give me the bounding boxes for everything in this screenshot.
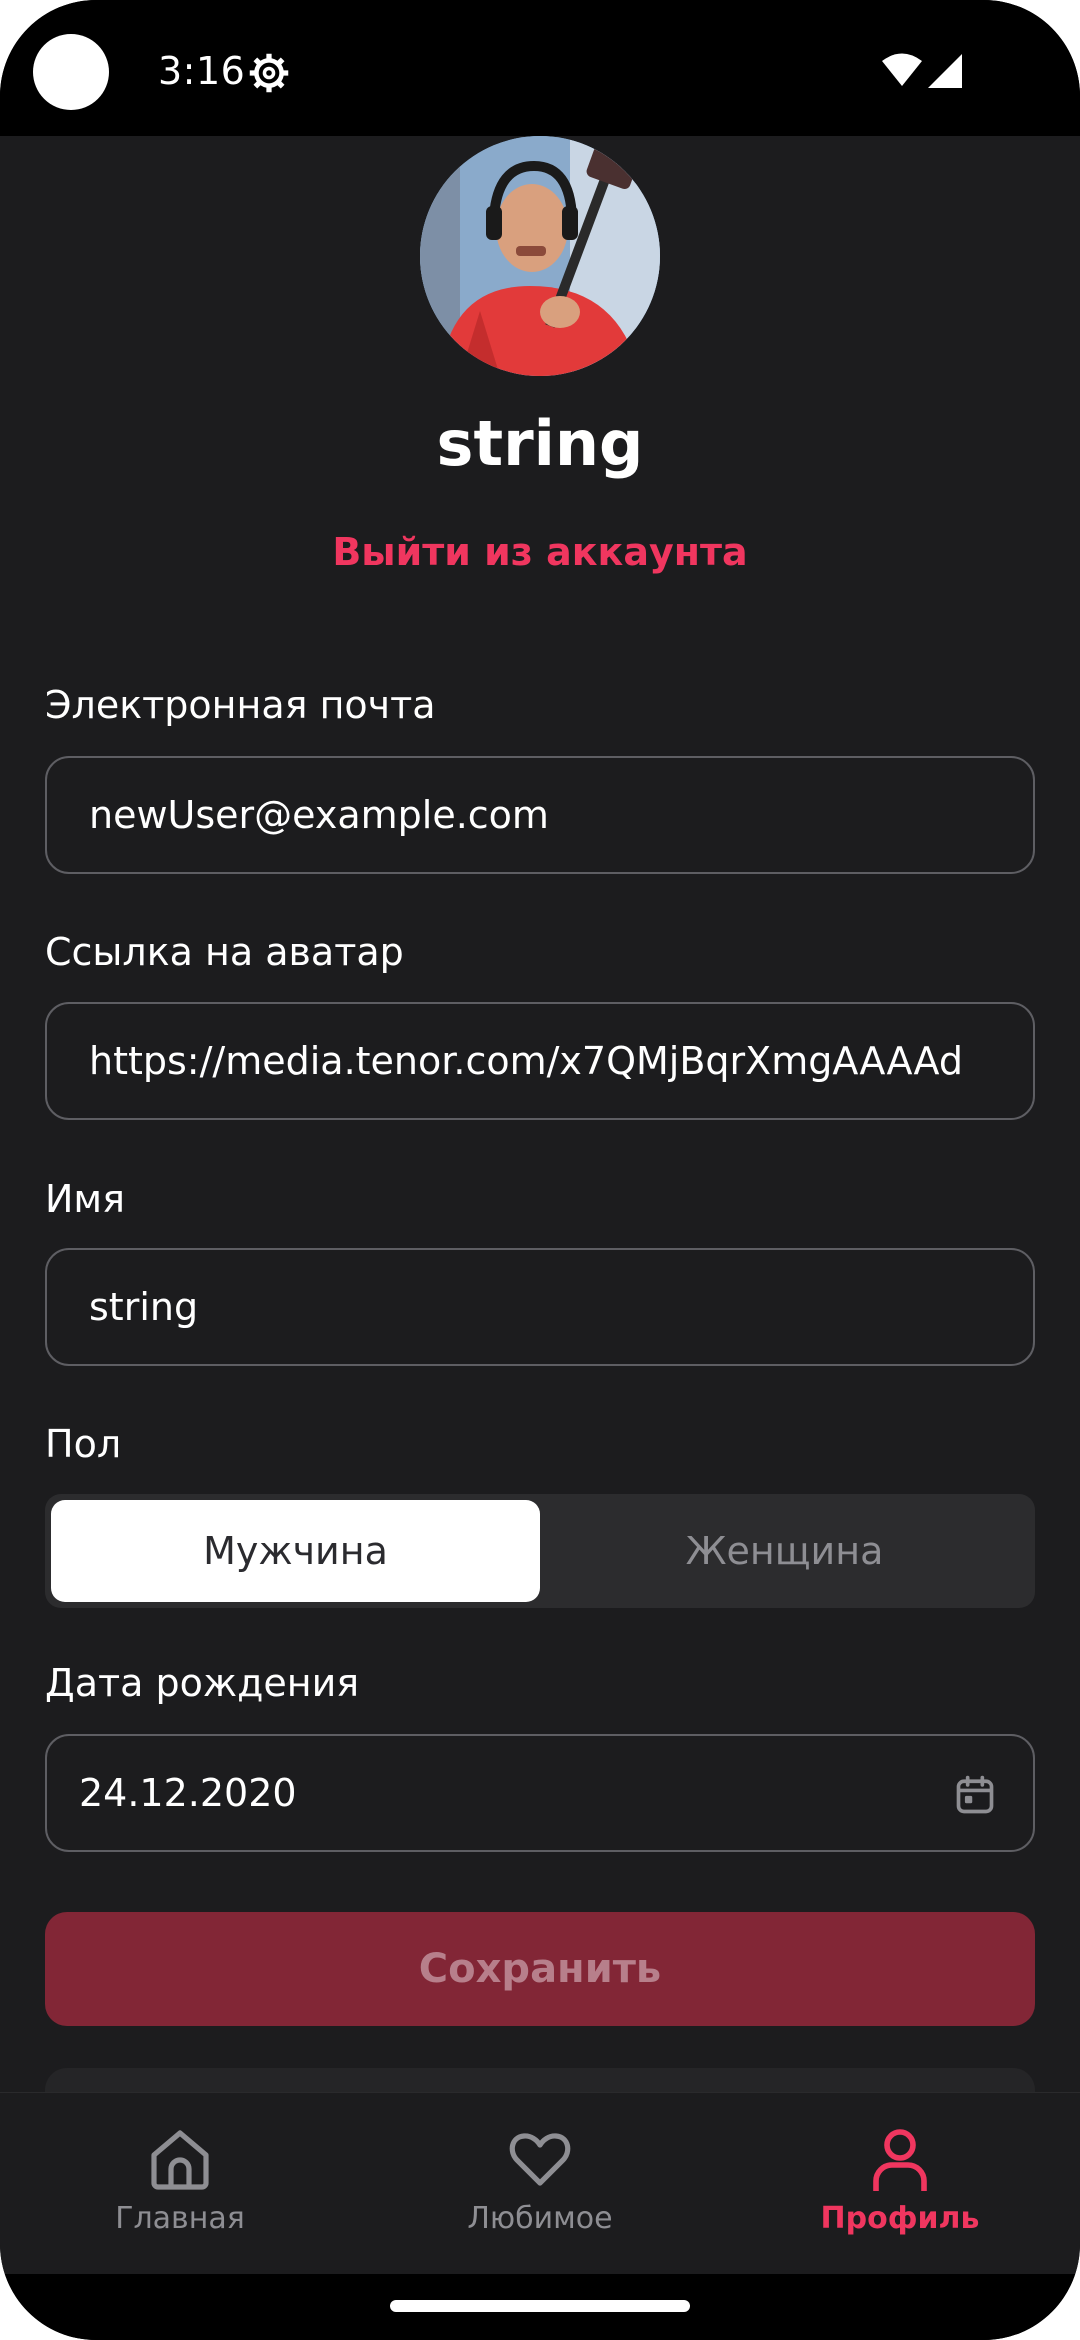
- nav-label-home: Главная: [115, 2201, 245, 2236]
- nav-item-favorites[interactable]: Любимое: [360, 2093, 720, 2275]
- avatar-link-label: Ссылка на аватар: [45, 930, 404, 974]
- next-section-edge: [45, 2068, 1035, 2092]
- email-label: Электронная почта: [45, 683, 436, 727]
- birth-date-field[interactable]: 24.12.2020: [45, 1734, 1035, 1852]
- name-field[interactable]: string: [45, 1248, 1035, 1366]
- wifi-icon: [882, 53, 922, 86]
- birth-date-value: 24.12.2020: [79, 1771, 297, 1815]
- bottom-navigation: Главная Любимое Профиль: [0, 2092, 1080, 2275]
- avatar-photo: [420, 136, 660, 376]
- avatar-link-field[interactable]: https://media.tenor.com/x7QMjBqrXmgAAAAd: [45, 1002, 1035, 1120]
- status-time: 3:16: [158, 49, 246, 93]
- nav-label-favorites: Любимое: [467, 2201, 613, 2236]
- person-icon: [873, 2129, 927, 2191]
- profile-username: string: [436, 407, 644, 480]
- birth-date-label: Дата рождения: [45, 1661, 360, 1705]
- name-value: string: [89, 1285, 199, 1329]
- gender-option-female[interactable]: Женщина: [540, 1500, 1029, 1602]
- heart-icon: [509, 2133, 571, 2186]
- profile-screen: string Выйти из аккаунта Электронная поч…: [0, 136, 1080, 2092]
- phone-frame: 3:16 string Выйти из аккаунта Электронна…: [0, 0, 1080, 2340]
- status-bar: 3:16: [0, 0, 1080, 136]
- nav-item-profile[interactable]: Профиль: [720, 2093, 1080, 2275]
- home-icon: [151, 2130, 209, 2190]
- save-button[interactable]: Сохранить: [45, 1912, 1035, 2026]
- camera-dot: [33, 34, 109, 110]
- avatar: [420, 136, 660, 376]
- signal-icon: [928, 54, 962, 88]
- gender-option-male[interactable]: Мужчина: [51, 1500, 540, 1602]
- gender-segmented-control: Мужчина Женщина: [45, 1494, 1035, 1608]
- home-indicator[interactable]: [390, 2300, 690, 2312]
- avatar-link-value: https://media.tenor.com/x7QMjBqrXmgAAAAd: [89, 1039, 963, 1083]
- gesture-bar-area: [0, 2274, 1080, 2340]
- name-label: Имя: [45, 1177, 125, 1221]
- logout-link[interactable]: Выйти из аккаунта: [0, 526, 1080, 578]
- email-value: newUser@example.com: [89, 793, 549, 837]
- gender-label: Пол: [45, 1422, 122, 1466]
- nav-label-profile: Профиль: [820, 2201, 980, 2236]
- nav-item-home[interactable]: Главная: [0, 2093, 360, 2275]
- calendar-icon[interactable]: [953, 1772, 997, 1818]
- gear-icon: [249, 53, 289, 93]
- email-field[interactable]: newUser@example.com: [45, 756, 1035, 874]
